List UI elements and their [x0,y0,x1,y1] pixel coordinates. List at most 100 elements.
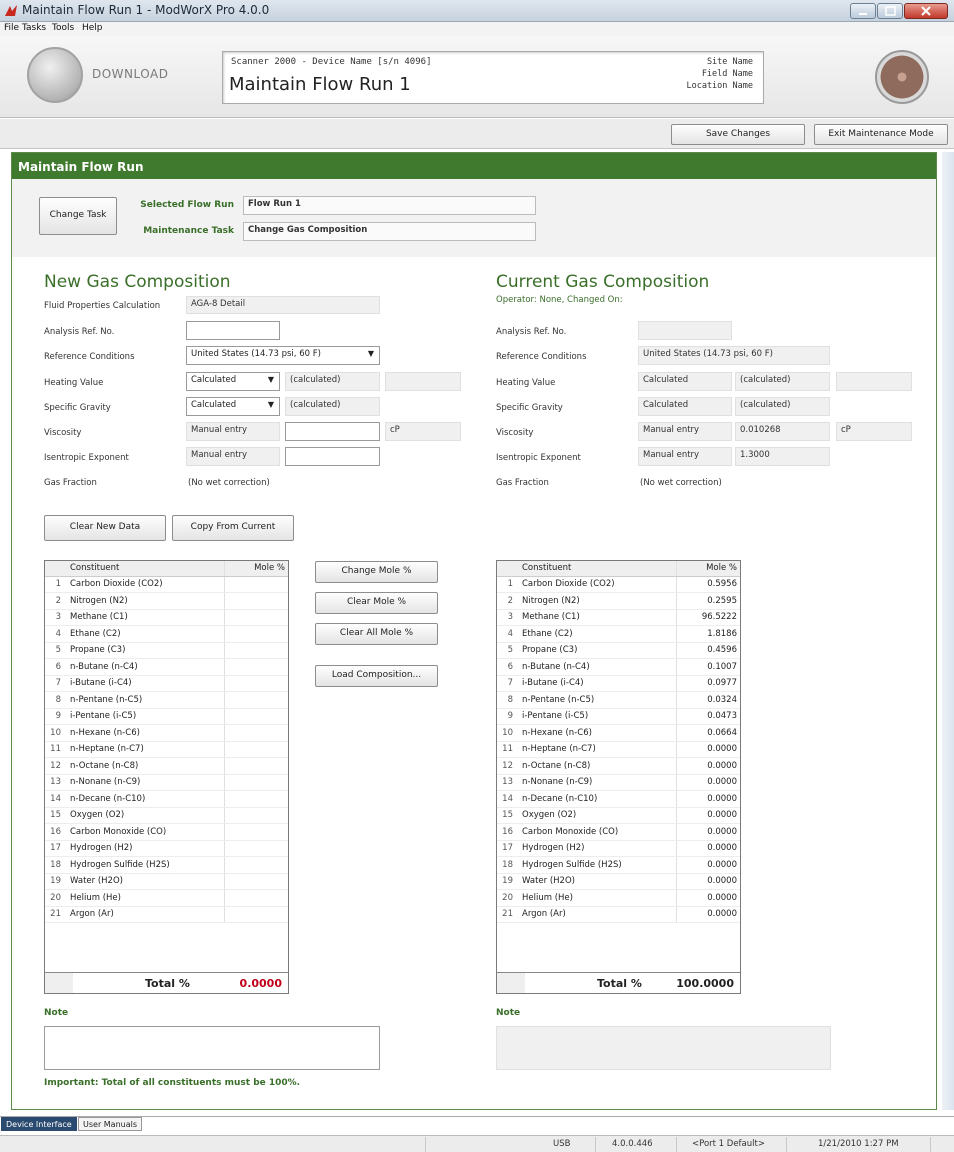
tab-user-manuals[interactable]: User Manuals [78,1117,143,1131]
heating-value-calculated: (calculated) [285,372,380,391]
clear-all-mole-button[interactable]: Clear All Mole % [315,623,438,645]
table-row[interactable]: 7 i-Butane (i-C4) [45,675,288,692]
new-note-input[interactable] [44,1026,380,1070]
mole-percent-cell[interactable] [223,757,288,775]
constituent-name: Carbon Dioxide (CO2) [67,576,224,593]
mole-percent-cell[interactable] [223,724,288,742]
mole-percent-cell[interactable] [223,790,288,808]
constituent-name: Carbon Monoxide (CO) [67,823,224,841]
change-task-button[interactable]: Change Task [39,197,117,235]
table-row[interactable]: 1 Carbon Dioxide (CO2) [45,576,288,593]
clear-new-data-button[interactable]: Clear New Data [44,515,166,541]
table-row[interactable]: 3 Methane (C1) [45,609,288,626]
close-button[interactable] [904,3,948,19]
mole-percent-cell[interactable] [223,708,288,725]
new-gas-heading: New Gas Composition [44,272,231,292]
mole-percent-cell[interactable] [223,840,288,857]
mole-percent-cell[interactable] [223,873,288,890]
mole-percent-cell: 0.0664 [675,724,740,742]
mole-percent-cell[interactable] [223,856,288,874]
table-row[interactable]: 8 n-Pentane (n-C5) [45,691,288,709]
constituent-name: Ethane (C2) [67,625,224,643]
constituent-name: Carbon Monoxide (CO) [519,823,676,841]
mole-percent-cell[interactable] [223,658,288,676]
change-mole-button[interactable]: Change Mole % [315,561,438,583]
mole-percent-cell[interactable] [223,625,288,643]
vertical-scrollbar[interactable] [942,152,954,1110]
mole-percent-cell: 0.5956 [675,576,740,593]
menu-tasks[interactable]: Tasks [22,23,46,33]
mole-percent-cell[interactable] [223,906,288,923]
mole-percent-cell[interactable] [223,576,288,593]
table-row[interactable]: 9 i-Pentane (i-C5) [45,708,288,725]
save-changes-button[interactable]: Save Changes [671,124,805,145]
table-row[interactable]: 12 n-Octane (n-C8) [45,757,288,775]
constituent-name: Oxygen (O2) [519,807,676,824]
dropdown-arrow-icon: ▼ [267,375,274,384]
mole-percent-cell[interactable] [223,609,288,626]
maximize-button[interactable] [877,3,903,19]
specific-gravity-select[interactable]: Calculated ▼ [186,397,280,416]
table-row[interactable]: 11 n-Heptane (n-C7) [45,741,288,758]
table-row[interactable]: 2 Nitrogen (N2) [45,592,288,610]
mole-percent-cell[interactable] [223,691,288,709]
table-row[interactable]: 19 Water (H2O) [45,873,288,890]
reference-conditions-select[interactable]: United States (14.73 psi, 60 F) ▼ [186,346,380,365]
row-number: 9 [497,708,519,725]
mole-percent-cell[interactable] [223,889,288,907]
table-row[interactable]: 15 Oxygen (O2) [45,807,288,824]
table-row[interactable]: 13 n-Nonane (n-C9) [45,774,288,791]
mole-percent-cell[interactable] [223,675,288,692]
mole-percent-cell[interactable] [223,642,288,659]
load-composition-button[interactable]: Load Composition... [315,665,438,687]
row-number: 15 [497,807,519,824]
clear-mole-button[interactable]: Clear Mole % [315,592,438,614]
copy-from-current-button[interactable]: Copy From Current [172,515,294,541]
download-button[interactable] [27,47,83,103]
table-row[interactable]: 10 n-Hexane (n-C6) [45,724,288,742]
constituent-name: Helium (He) [519,889,676,907]
minimize-button[interactable] [850,3,876,19]
column-header-constituent: Constituent [519,561,676,577]
mole-percent-cell[interactable] [223,807,288,824]
isentropic-input[interactable] [285,447,380,466]
table-row[interactable]: 5 Propane (C3) [45,642,288,659]
row-number: 4 [45,625,67,643]
row-number: 13 [497,774,519,791]
column-header-mole: Mole % [223,561,288,577]
row-number: 13 [45,774,67,791]
table-row[interactable]: 16 Carbon Monoxide (CO) [45,823,288,841]
table-row[interactable]: 20 Helium (He) [45,889,288,907]
table-row[interactable]: 17 Hydrogen (H2) [45,840,288,857]
mole-percent-cell[interactable] [223,823,288,841]
menu-bar: File Tasks Tools Help [0,22,954,36]
heating-value-select[interactable]: Calculated ▼ [186,372,280,391]
menu-tools[interactable]: Tools [52,23,74,33]
table-row: 9 i-Pentane (i-C5) 0.0473 [497,708,740,725]
download-label[interactable]: DOWNLOAD [92,67,168,81]
exit-maintenance-button[interactable]: Exit Maintenance Mode [814,124,948,145]
row-number: 9 [45,708,67,725]
table-row: 15 Oxygen (O2) 0.0000 [497,807,740,824]
window-title: Maintain Flow Run 1 - ModWorX Pro 4.0.0 [22,3,270,17]
row-number: 6 [497,658,519,676]
mole-percent-cell[interactable] [223,741,288,758]
tab-device-interface[interactable]: Device Interface [1,1117,77,1131]
mole-percent-cell[interactable] [223,592,288,610]
menu-help[interactable]: Help [82,23,103,33]
viscosity-input[interactable] [285,422,380,441]
table-row[interactable]: 14 n-Decane (n-C10) [45,790,288,808]
menu-file[interactable]: File [4,23,19,33]
current-gas-fraction-value: (No wet correction) [640,478,722,488]
constituent-name: n-Hexane (n-C6) [519,724,676,742]
mole-percent-cell: 0.0000 [675,823,740,841]
table-row[interactable]: 6 n-Butane (n-C4) [45,658,288,676]
mole-percent-cell: 0.0000 [675,856,740,874]
reference-conditions-value: United States (14.73 psi, 60 F) [191,349,321,359]
mole-percent-cell[interactable] [223,774,288,791]
table-row[interactable]: 4 Ethane (C2) [45,625,288,643]
analysis-ref-input[interactable] [186,321,280,340]
table-row[interactable]: 21 Argon (Ar) [45,906,288,923]
new-composition-table[interactable]: Constituent Mole % 1 Carbon Dioxide (CO2)… [44,560,289,994]
table-row[interactable]: 18 Hydrogen Sulfide (H2S) [45,856,288,874]
